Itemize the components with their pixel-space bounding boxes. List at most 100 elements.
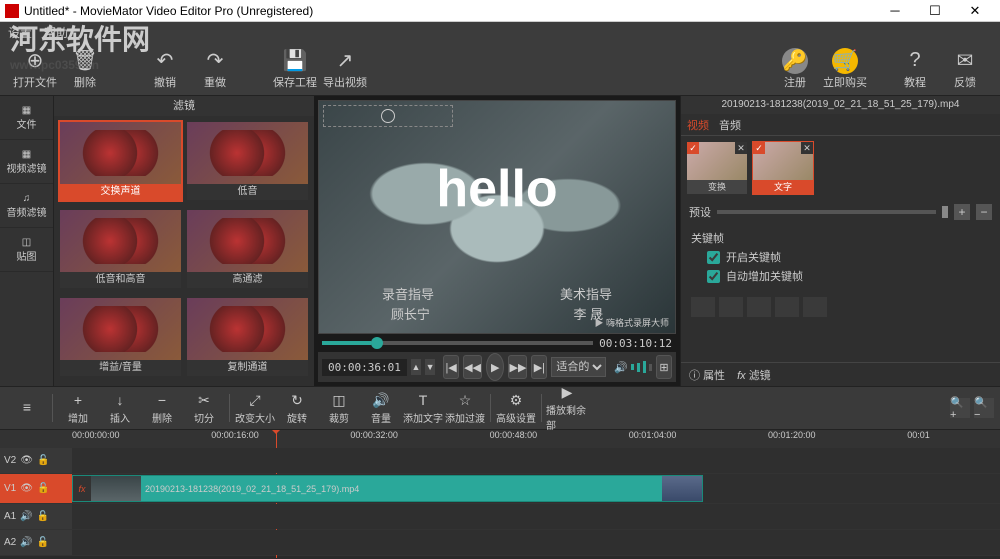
filter-item[interactable]: 低音: [187, 122, 308, 200]
track-lane[interactable]: [72, 448, 1000, 473]
nav-sticker[interactable]: ◫贴图: [0, 228, 53, 272]
nav-video-filter[interactable]: ▦视频滤镜: [0, 140, 53, 184]
undo-button[interactable]: ↶撤销: [140, 44, 190, 94]
applied-filter[interactable]: ✓✕文字: [753, 142, 813, 194]
step-down[interactable]: ▼: [425, 359, 435, 375]
eye-icon: 👁: [20, 483, 33, 494]
zoom-in[interactable]: 🔍+: [950, 398, 970, 418]
app-icon: [5, 4, 19, 18]
clip-thumbnail: [662, 476, 702, 501]
tab-audio[interactable]: 音频: [719, 117, 741, 133]
text-overlay-box[interactable]: [323, 105, 453, 127]
clip-thumbnail: [91, 476, 141, 501]
tl-insert[interactable]: ↓插入: [99, 392, 141, 425]
video-clip[interactable]: fx 20190213-181238(2019_02_21_18_51_25_1…: [72, 475, 703, 502]
play-button[interactable]: ▶: [486, 353, 504, 381]
tl-add[interactable]: +增加: [57, 392, 99, 425]
track-lane[interactable]: fx 20190213-181238(2019_02_21_18_51_25_1…: [72, 474, 1000, 503]
delete-button[interactable]: 🗑删除: [60, 44, 110, 94]
window-title: Untitled* - MovieMator Video Editor Pro …: [24, 4, 875, 18]
applied-filter[interactable]: ✓✕变换: [687, 142, 747, 194]
feedback-button[interactable]: ✉反馈: [940, 44, 990, 94]
prev-frame-button[interactable]: ◀◀: [463, 355, 482, 379]
next-frame-button[interactable]: ▶▶: [508, 355, 527, 379]
filter-item[interactable]: 增益/音量: [60, 298, 181, 376]
preset-remove[interactable]: −: [976, 204, 992, 220]
properties-tab[interactable]: ⓘ 属性: [689, 367, 725, 383]
timeline: 00:00:00:00 00:00:16:00 00:00:32:00 00:0…: [0, 430, 1000, 558]
export-button[interactable]: ↗导出视频: [320, 44, 370, 94]
track-lane[interactable]: [72, 530, 1000, 555]
zoom-select[interactable]: 适合的: [551, 357, 606, 377]
tl-rotate[interactable]: ↻旋转: [276, 392, 318, 425]
lock-icon: 🔓: [37, 511, 49, 522]
tl-volume[interactable]: 🔊音量: [360, 392, 402, 425]
keyframe-auto-checkbox[interactable]: 自动增加关键帧: [707, 268, 990, 284]
buy-button[interactable]: 🛒立即购买: [820, 44, 870, 94]
video-preview[interactable]: hello 录音指导美术指导 顾长宁李 晟 ▶ 嗨格式录屏大师: [318, 100, 676, 334]
track-lane[interactable]: [72, 504, 1000, 529]
skip-end-button[interactable]: ▶|: [531, 355, 547, 379]
track-a2: A2🔊🔓: [0, 530, 1000, 556]
keyframe-enable-checkbox[interactable]: 开启关键帧: [707, 249, 990, 265]
scrub-bar[interactable]: [322, 341, 593, 345]
save-button[interactable]: 💾保存工程: [270, 44, 320, 94]
tl-menu[interactable]: ≡: [6, 399, 48, 417]
redo-button[interactable]: ↷重做: [190, 44, 240, 94]
track-header[interactable]: A2🔊🔓: [0, 530, 72, 555]
tl-transition[interactable]: ☆添加过渡: [444, 392, 486, 425]
lock-icon: 🔓: [37, 537, 49, 548]
track-header[interactable]: V1👁🔓: [0, 474, 72, 503]
step-up[interactable]: ▲: [411, 359, 421, 375]
preset-add[interactable]: +: [954, 204, 970, 220]
kf-btn[interactable]: [747, 297, 771, 317]
duration-timecode: 00:03:10:12: [599, 337, 672, 350]
menu-settings[interactable]: 设置: [8, 24, 32, 41]
grid-button[interactable]: ⊞: [656, 355, 672, 379]
track-header[interactable]: A1🔊🔓: [0, 504, 72, 529]
tl-advanced[interactable]: ⚙高级设置: [495, 392, 537, 425]
tl-play-rest[interactable]: ▶播放剩余部: [546, 384, 588, 432]
tutorial-button[interactable]: ?教程: [890, 44, 940, 94]
tl-crop[interactable]: ◫裁剪: [318, 392, 360, 425]
filter-item[interactable]: 低音和高音: [60, 210, 181, 288]
preset-handle[interactable]: [942, 206, 948, 218]
close-button[interactable]: ✕: [955, 3, 995, 19]
position-timecode[interactable]: 00:00:36:01: [322, 359, 407, 376]
minimize-button[interactable]: ─: [875, 3, 915, 18]
kf-btn[interactable]: [803, 297, 827, 317]
zoom-out[interactable]: 🔍−: [974, 398, 994, 418]
nav-audio-filter[interactable]: ♫音频滤镜: [0, 184, 53, 228]
kf-btn[interactable]: [775, 297, 799, 317]
menu-help[interactable]: 帮助: [44, 24, 68, 41]
filter-tab[interactable]: fx 滤镜: [737, 367, 771, 383]
nav-file[interactable]: ▦文件: [0, 96, 53, 140]
maximize-button[interactable]: ☐: [915, 3, 955, 19]
tl-text[interactable]: T添加文字: [402, 392, 444, 425]
filter-panel-title: 滤镜: [54, 96, 314, 116]
volume-meter[interactable]: 🔊: [614, 361, 652, 374]
filter-item[interactable]: 复制通道: [187, 298, 308, 376]
track-a1: A1🔊🔓: [0, 504, 1000, 530]
tl-split[interactable]: ✂切分: [183, 392, 225, 425]
keyframe-label: 关键帧: [691, 230, 990, 246]
register-button[interactable]: 🔑注册: [770, 44, 820, 94]
time-ruler[interactable]: 00:00:00:00 00:00:16:00 00:00:32:00 00:0…: [0, 430, 1000, 448]
mute-icon: 🔊: [20, 537, 32, 548]
preset-label: 预设: [689, 204, 711, 220]
open-button[interactable]: ⊕打开文件: [10, 44, 60, 94]
preview-panel: hello 录音指导美术指导 顾长宁李 晟 ▶ 嗨格式录屏大师 00:03:10…: [314, 96, 680, 386]
kf-btn[interactable]: [719, 297, 743, 317]
clip-fx-icon: fx: [73, 476, 91, 501]
tab-video[interactable]: 视频: [687, 117, 709, 133]
filter-item[interactable]: 高通滤: [187, 210, 308, 288]
lock-icon: 🔓: [37, 483, 49, 494]
skip-start-button[interactable]: |◀: [443, 355, 459, 379]
tl-delete[interactable]: −删除: [141, 392, 183, 425]
lock-icon: 🔓: [37, 455, 49, 466]
track-header[interactable]: V2👁🔓: [0, 448, 72, 473]
preset-slider[interactable]: [717, 210, 936, 214]
filter-item[interactable]: 交换声道: [60, 122, 181, 200]
kf-btn[interactable]: [691, 297, 715, 317]
tl-resize[interactable]: ⤢改变大小: [234, 392, 276, 425]
